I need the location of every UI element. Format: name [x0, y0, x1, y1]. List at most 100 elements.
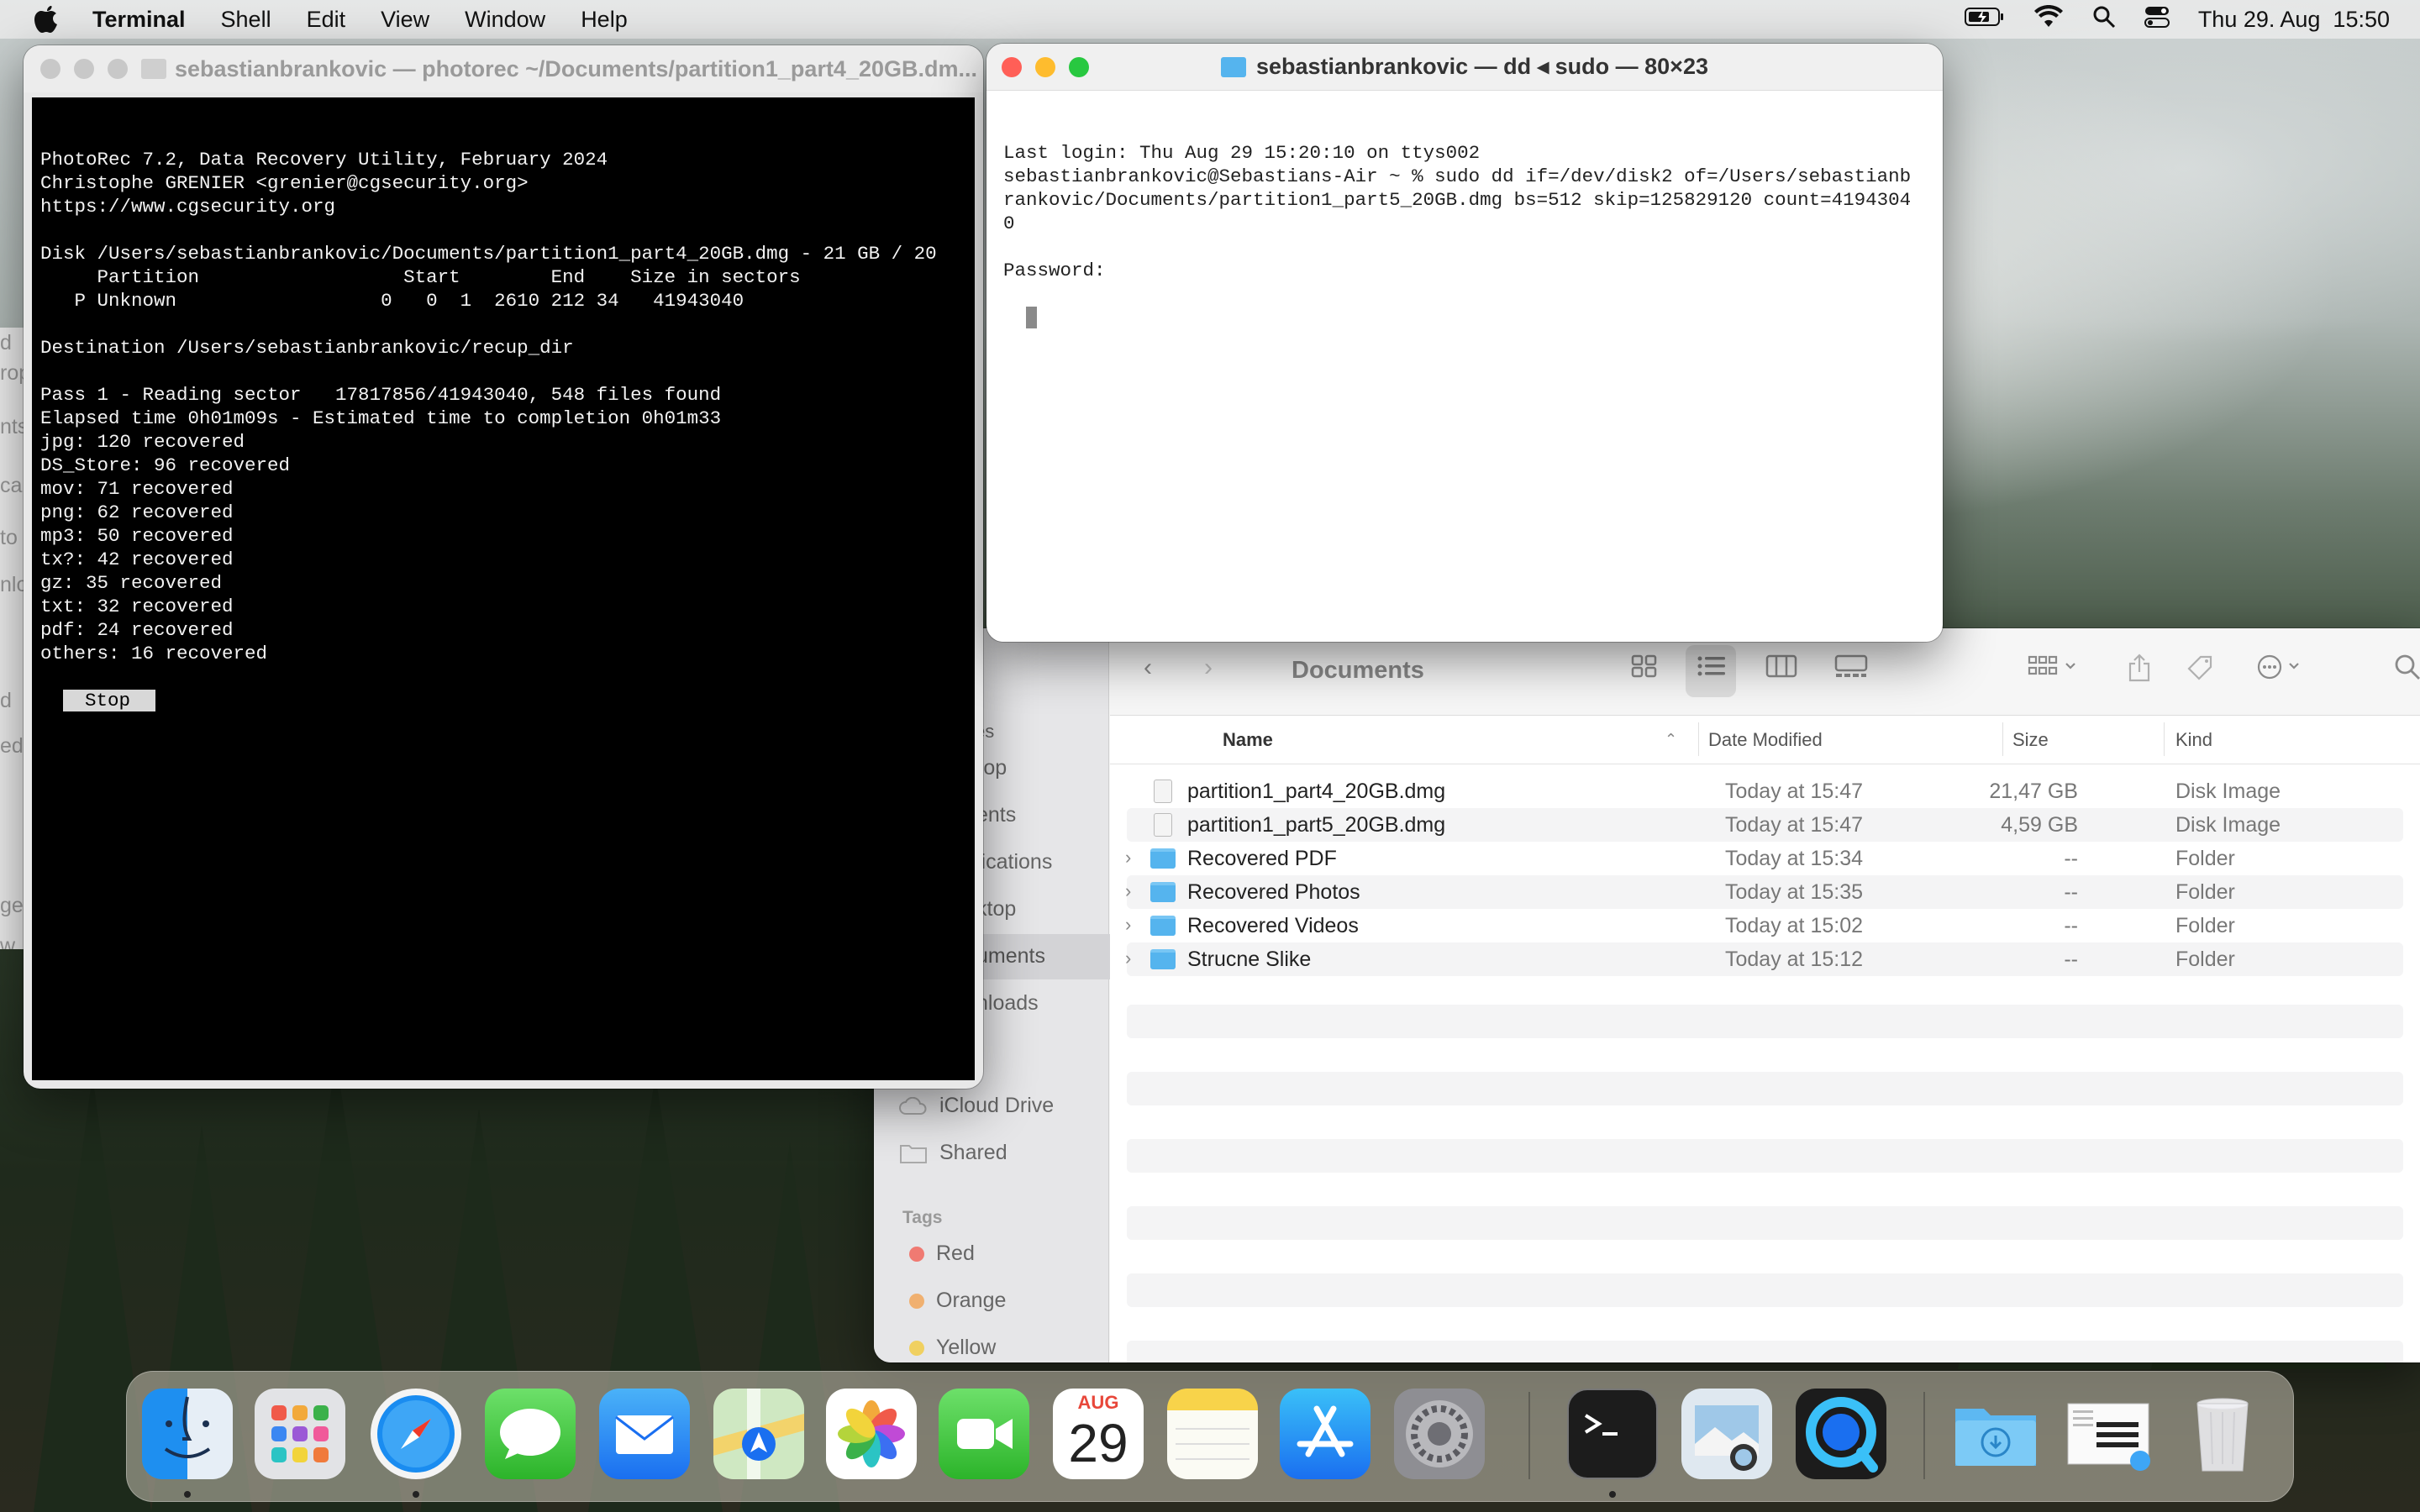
control-center-icon[interactable]	[2144, 5, 2170, 34]
file-kind: Disk Image	[2175, 780, 2281, 803]
recent-document-stack-icon[interactable]	[2063, 1389, 2154, 1479]
close-button[interactable]	[40, 59, 60, 79]
file-row[interactable]: › Recovered Photos Today at 15:35 -- Folder	[1125, 875, 2403, 909]
column-header-kind[interactable]: Kind	[2175, 729, 2212, 751]
sidebar-item-documents[interactable]: uments	[976, 944, 1045, 969]
menu-app-name[interactable]: Terminal	[92, 7, 186, 33]
zoom-button[interactable]	[1069, 57, 1089, 77]
forward-chevron-icon[interactable]: ›	[1204, 654, 1213, 682]
column-header-date[interactable]: Date Modified	[1708, 729, 1823, 751]
sidebar-item-shared[interactable]: Shared	[899, 1141, 1007, 1165]
group-by-icon[interactable]	[2028, 654, 2081, 685]
gallery-view-icon[interactable]	[1834, 654, 1868, 685]
disclosure-chevron-icon[interactable]: ›	[1125, 847, 1131, 869]
folder-icon	[1150, 882, 1176, 902]
clock-datetime[interactable]: Thu 29. Aug 15:50	[2198, 7, 2390, 33]
sidebar-tag-orange[interactable]: Orange	[909, 1289, 1006, 1313]
terminal-output[interactable]: Last login: Thu Aug 29 15:20:10 on ttys0…	[995, 94, 1934, 642]
file-name: Strucne Slike	[1187, 948, 1312, 971]
apple-menu-icon[interactable]	[34, 3, 64, 36]
spotlight-search-icon[interactable]	[2092, 5, 2116, 34]
menu-edit[interactable]: Edit	[307, 7, 346, 33]
maps-dock-icon[interactable]	[713, 1389, 804, 1479]
column-view-icon[interactable]	[1765, 654, 1797, 685]
disclosure-chevron-icon[interactable]: ›	[1125, 880, 1131, 902]
mail-dock-icon[interactable]	[599, 1389, 690, 1479]
tag-icon[interactable]	[2186, 654, 2216, 689]
disk-image-icon	[1154, 780, 1172, 803]
menu-view[interactable]: View	[381, 7, 429, 33]
window-titlebar[interactable]: sebastianbrankovic — dd ◂ sudo — 80×23	[986, 44, 1943, 91]
share-icon[interactable]	[2127, 654, 2152, 689]
messages-dock-icon[interactable]	[485, 1389, 576, 1479]
terminal-dock-icon[interactable]	[1567, 1389, 1658, 1479]
file-row[interactable]: › Recovered PDF Today at 15:34 -- Folder	[1125, 842, 2403, 875]
terminal-line: Last login: Thu Aug 29 15:20:10 on ttys0…	[1003, 142, 1481, 164]
file-row[interactable]: › Strucne Slike Today at 15:12 -- Folder	[1125, 942, 2403, 976]
close-button[interactable]	[1002, 57, 1022, 77]
file-kind: Folder	[2175, 880, 2235, 904]
terminal-output[interactable]: PhotoRec 7.2, Data Recovery Utility, Feb…	[32, 97, 975, 1080]
terminal-line: Elapsed time 0h01m09s - Estimated time t…	[40, 407, 722, 429]
zoom-button[interactable]	[108, 59, 128, 79]
file-row[interactable]: partition1_part4_20GB.dmg Today at 15:47 2…	[1127, 774, 2403, 808]
quicktime-dock-icon[interactable]	[1796, 1389, 1886, 1479]
trash-dock-icon[interactable]	[2177, 1389, 2268, 1479]
empty-row	[1127, 1341, 2403, 1362]
sidebar-item-applications[interactable]: lications	[976, 850, 1052, 874]
terminal-line: Pass 1 - Reading sector 17817856/4194304…	[40, 384, 722, 406]
app-store-dock-icon[interactable]	[1280, 1389, 1370, 1479]
back-chevron-icon[interactable]: ‹	[1144, 654, 1152, 682]
empty-row	[1127, 1139, 2403, 1173]
file-row[interactable]: partition1_part5_20GB.dmg Today at 15:47 4…	[1127, 808, 2403, 842]
sidebar-item-icloud-drive[interactable]: iCloud Drive	[899, 1094, 1054, 1118]
file-row[interactable]: › Recovered Videos Today at 15:02 -- Folder	[1125, 909, 2403, 942]
stop-button[interactable]: Stop	[63, 690, 156, 711]
column-header-name[interactable]: Name	[1223, 729, 1273, 751]
file-date-modified: Today at 15:35	[1725, 880, 1864, 904]
downloads-folder-dock-icon[interactable]	[1950, 1389, 2041, 1479]
running-indicator	[184, 1491, 191, 1498]
disclosure-chevron-icon[interactable]: ›	[1125, 914, 1131, 936]
system-settings-dock-icon[interactable]	[1394, 1389, 1485, 1479]
more-actions-icon[interactable]	[2256, 654, 2310, 687]
minimize-button[interactable]	[1035, 57, 1055, 77]
sidebar-tag-red[interactable]: Red	[909, 1242, 975, 1266]
list-view-icon[interactable]	[1697, 654, 1727, 685]
disclosure-chevron-icon[interactable]: ›	[1125, 948, 1131, 969]
file-name: Recovered PDF	[1187, 847, 1337, 870]
text-cursor	[1026, 307, 1038, 329]
window-titlebar[interactable]: sebastianbrankovic — photorec ~/Document…	[24, 45, 983, 92]
calendar-dock-icon[interactable]: AUG 29	[1053, 1389, 1144, 1479]
calendar-month: AUG	[1077, 1392, 1119, 1413]
wifi-icon[interactable]	[2033, 4, 2064, 34]
battery-icon[interactable]	[1964, 7, 2005, 33]
icon-view-icon[interactable]	[1631, 654, 1658, 685]
facetime-dock-icon[interactable]	[939, 1389, 1029, 1479]
menu-help[interactable]: Help	[581, 7, 628, 33]
empty-row	[1127, 1273, 2403, 1307]
launchpad-dock-icon[interactable]	[255, 1389, 345, 1479]
safari-dock-icon[interactable]	[371, 1389, 461, 1479]
search-icon[interactable]	[2394, 654, 2420, 687]
background-window-fragment: w	[0, 934, 16, 949]
terminal-line: pdf: 24 recovered	[40, 619, 234, 641]
empty-row	[1127, 1005, 2403, 1038]
photos-dock-icon[interactable]	[826, 1389, 917, 1479]
terminal-line: https://www.cgsecurity.org	[40, 196, 336, 218]
finder-window: es rop ents lications ktop uments nloads…	[874, 628, 2420, 1362]
column-header-size[interactable]: Size	[2012, 729, 2049, 751]
background-window-fragment: d	[0, 689, 12, 712]
file-size: --	[2064, 880, 2078, 904]
menu-window[interactable]: Window	[465, 7, 545, 33]
finder-dock-icon[interactable]	[142, 1389, 233, 1479]
sidebar-tag-yellow[interactable]: Yellow	[909, 1336, 996, 1360]
preview-dock-icon[interactable]	[1681, 1389, 1772, 1479]
sidebar-label: Red	[936, 1242, 975, 1265]
shared-folder-icon	[900, 1144, 927, 1163]
minimize-button[interactable]	[74, 59, 94, 79]
notes-dock-icon[interactable]	[1167, 1389, 1258, 1479]
sidebar-item-downloads[interactable]: nloads	[976, 991, 1039, 1016]
menu-shell[interactable]: Shell	[221, 7, 271, 33]
